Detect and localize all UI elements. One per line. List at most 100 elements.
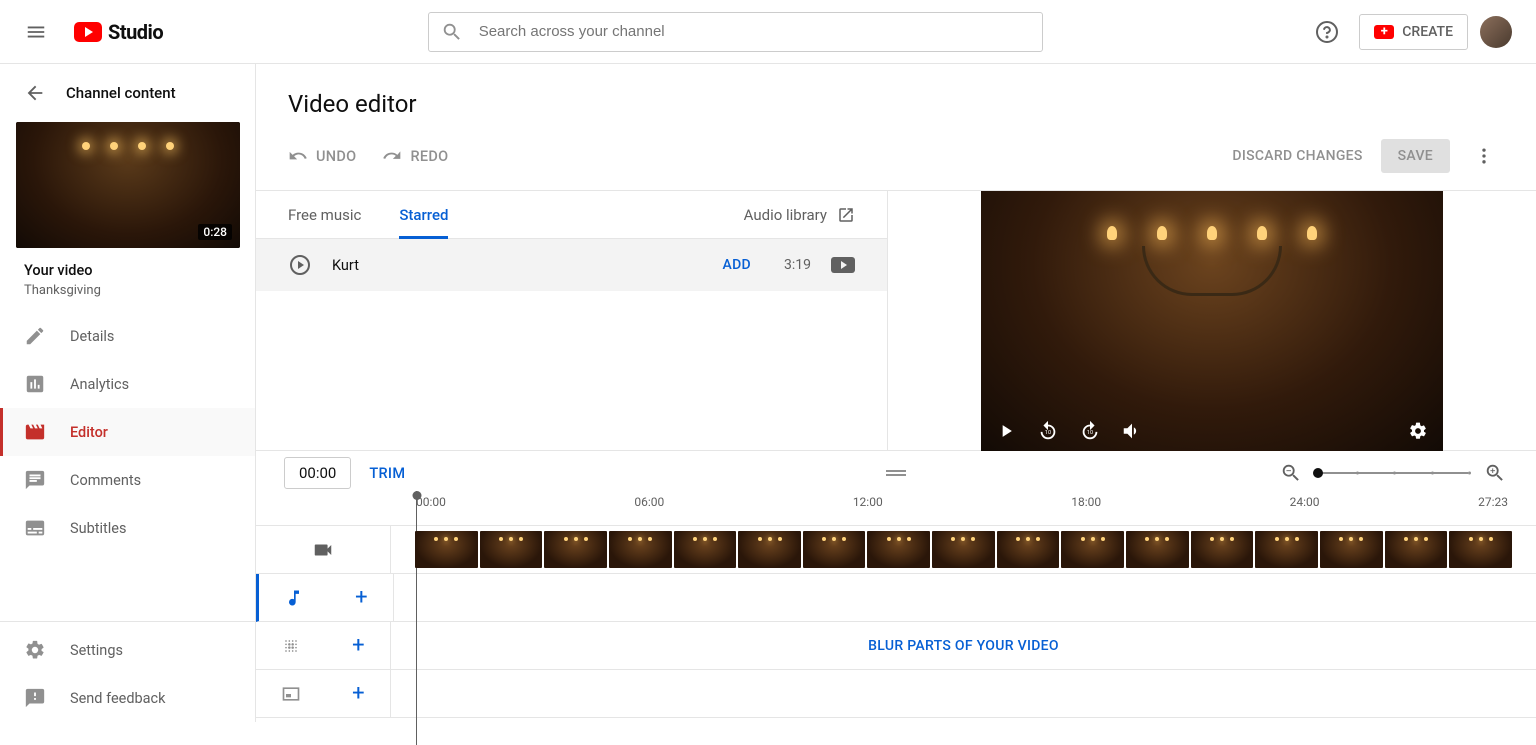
ruler-tick: 18:00: [1071, 495, 1289, 509]
mute-button[interactable]: [1119, 418, 1145, 444]
app-header: Studio CREATE: [0, 0, 1536, 64]
page-title: Video editor: [256, 64, 1536, 136]
redo-button[interactable]: REDO: [382, 146, 448, 166]
ruler-tick: 00:00: [416, 495, 634, 509]
timeline-ruler[interactable]: 00:00 06:00 12:00 18:00 24:00 27:23: [256, 495, 1536, 525]
music-note-icon: [284, 588, 304, 608]
blur-parts-button[interactable]: BLUR PARTS OF YOUR VIDEO: [868, 638, 1059, 654]
drag-handle-icon: [886, 468, 906, 478]
search-input[interactable]: [479, 23, 1030, 40]
video-icon: [312, 539, 334, 561]
zoom-out-button[interactable]: [1278, 460, 1304, 486]
create-icon: [1374, 25, 1394, 39]
discard-changes-button[interactable]: DISCARD CHANGES: [1232, 148, 1362, 164]
external-link-icon: [837, 206, 855, 224]
end-screen-icon: [281, 684, 301, 704]
your-video-label: Your video: [24, 262, 231, 279]
undo-button[interactable]: UNDO: [288, 146, 356, 166]
video-track[interactable]: [256, 526, 1536, 574]
sidebar: Channel content 0:28 Your video Thanksgi…: [0, 64, 256, 722]
play-icon: [996, 421, 1016, 441]
video-thumbnail[interactable]: 0:28: [16, 122, 240, 248]
hamburger-menu-button[interactable]: [16, 12, 56, 52]
forward-10-button[interactable]: 10: [1077, 418, 1103, 444]
preview-panel: 10 10: [888, 191, 1536, 450]
video-title: Thanksgiving: [24, 283, 231, 298]
sidebar-item-feedback[interactable]: Send feedback: [0, 674, 255, 722]
add-audio-button[interactable]: +: [355, 585, 367, 610]
youtube-badge-icon: [831, 257, 855, 273]
subtitles-icon: [24, 517, 46, 539]
add-end-screen-button[interactable]: +: [352, 681, 364, 706]
volume-icon: [1121, 420, 1143, 442]
zoom-out-icon: [1280, 462, 1302, 484]
rewind-10-button[interactable]: 10: [1035, 418, 1061, 444]
help-icon: [1315, 20, 1339, 44]
ruler-tick: 06:00: [634, 495, 852, 509]
gear-icon: [24, 639, 46, 661]
music-track-row[interactable]: Kurt ADD 3:19: [256, 239, 887, 291]
redo-icon: [382, 146, 402, 166]
add-track-button[interactable]: ADD: [723, 257, 751, 273]
preview-settings-button[interactable]: [1405, 418, 1431, 444]
analytics-icon: [24, 373, 46, 395]
editor-icon: [24, 421, 46, 443]
undo-icon: [288, 146, 308, 166]
timeline-controls: 00:00 TRIM: [256, 451, 1536, 495]
timecode-display[interactable]: 00:00: [284, 457, 351, 489]
ruler-tick: 12:00: [853, 495, 1071, 509]
sidebar-item-subtitles[interactable]: Subtitles: [0, 504, 255, 552]
account-avatar[interactable]: [1480, 16, 1512, 48]
svg-text:10: 10: [1087, 429, 1093, 435]
youtube-play-icon: [74, 22, 102, 42]
music-panel: Free music Starred Audio library Kurt AD…: [256, 191, 888, 450]
resize-handle[interactable]: [886, 468, 906, 478]
video-preview[interactable]: 10 10: [981, 191, 1443, 451]
help-button[interactable]: [1307, 12, 1347, 52]
blur-icon: [281, 636, 301, 656]
trim-button[interactable]: TRIM: [369, 465, 405, 482]
feedback-icon: [24, 687, 46, 709]
audio-library-link[interactable]: Audio library: [744, 206, 855, 224]
main-panel: Video editor UNDO REDO DISCARD CHANGES S…: [256, 64, 1536, 722]
arrow-left-icon: [24, 82, 46, 104]
rewind-10-icon: 10: [1037, 420, 1059, 442]
track-duration: 3:19: [771, 257, 811, 273]
forward-10-icon: 10: [1079, 420, 1101, 442]
studio-logo[interactable]: Studio: [74, 20, 163, 44]
sidebar-item-analytics[interactable]: Analytics: [0, 360, 255, 408]
audio-track[interactable]: +: [256, 574, 1536, 622]
sidebar-item-editor[interactable]: Editor: [0, 408, 255, 456]
more-options-button[interactable]: [1464, 136, 1504, 176]
ruler-end: 27:23: [1478, 495, 1508, 509]
zoom-slider[interactable]: [1318, 472, 1468, 474]
play-button[interactable]: [993, 418, 1019, 444]
kebab-icon: [1474, 146, 1494, 166]
add-blur-button[interactable]: +: [352, 633, 364, 658]
svg-text:10: 10: [1045, 429, 1051, 435]
timeline-tracks: + + BLUR PARTS OF YOUR VIDEO +: [256, 525, 1536, 718]
create-button[interactable]: CREATE: [1359, 14, 1468, 50]
zoom-in-icon: [1484, 462, 1506, 484]
blur-track[interactable]: + BLUR PARTS OF YOUR VIDEO: [256, 622, 1536, 670]
search-bar[interactable]: [428, 12, 1043, 52]
tab-free-music[interactable]: Free music: [288, 191, 361, 239]
tab-starred[interactable]: Starred: [399, 191, 448, 239]
logo-text: Studio: [108, 20, 163, 44]
play-circle-icon[interactable]: [288, 253, 312, 277]
video-clip-frames[interactable]: [391, 526, 1536, 573]
menu-icon: [25, 21, 47, 43]
track-name: Kurt: [332, 257, 703, 274]
sidebar-item-details[interactable]: Details: [0, 312, 255, 360]
gear-icon: [1408, 421, 1428, 441]
thumbnail-duration: 0:28: [198, 224, 232, 240]
sidebar-item-settings[interactable]: Settings: [0, 626, 255, 674]
sidebar-item-comments[interactable]: Comments: [0, 456, 255, 504]
zoom-in-button[interactable]: [1482, 460, 1508, 486]
ruler-tick: 24:00: [1290, 495, 1508, 509]
end-screen-track[interactable]: +: [256, 670, 1536, 718]
editor-toolbar: UNDO REDO DISCARD CHANGES SAVE: [256, 136, 1536, 191]
back-label: Channel content: [66, 84, 176, 102]
back-to-channel-content[interactable]: Channel content: [0, 64, 255, 122]
comments-icon: [24, 469, 46, 491]
